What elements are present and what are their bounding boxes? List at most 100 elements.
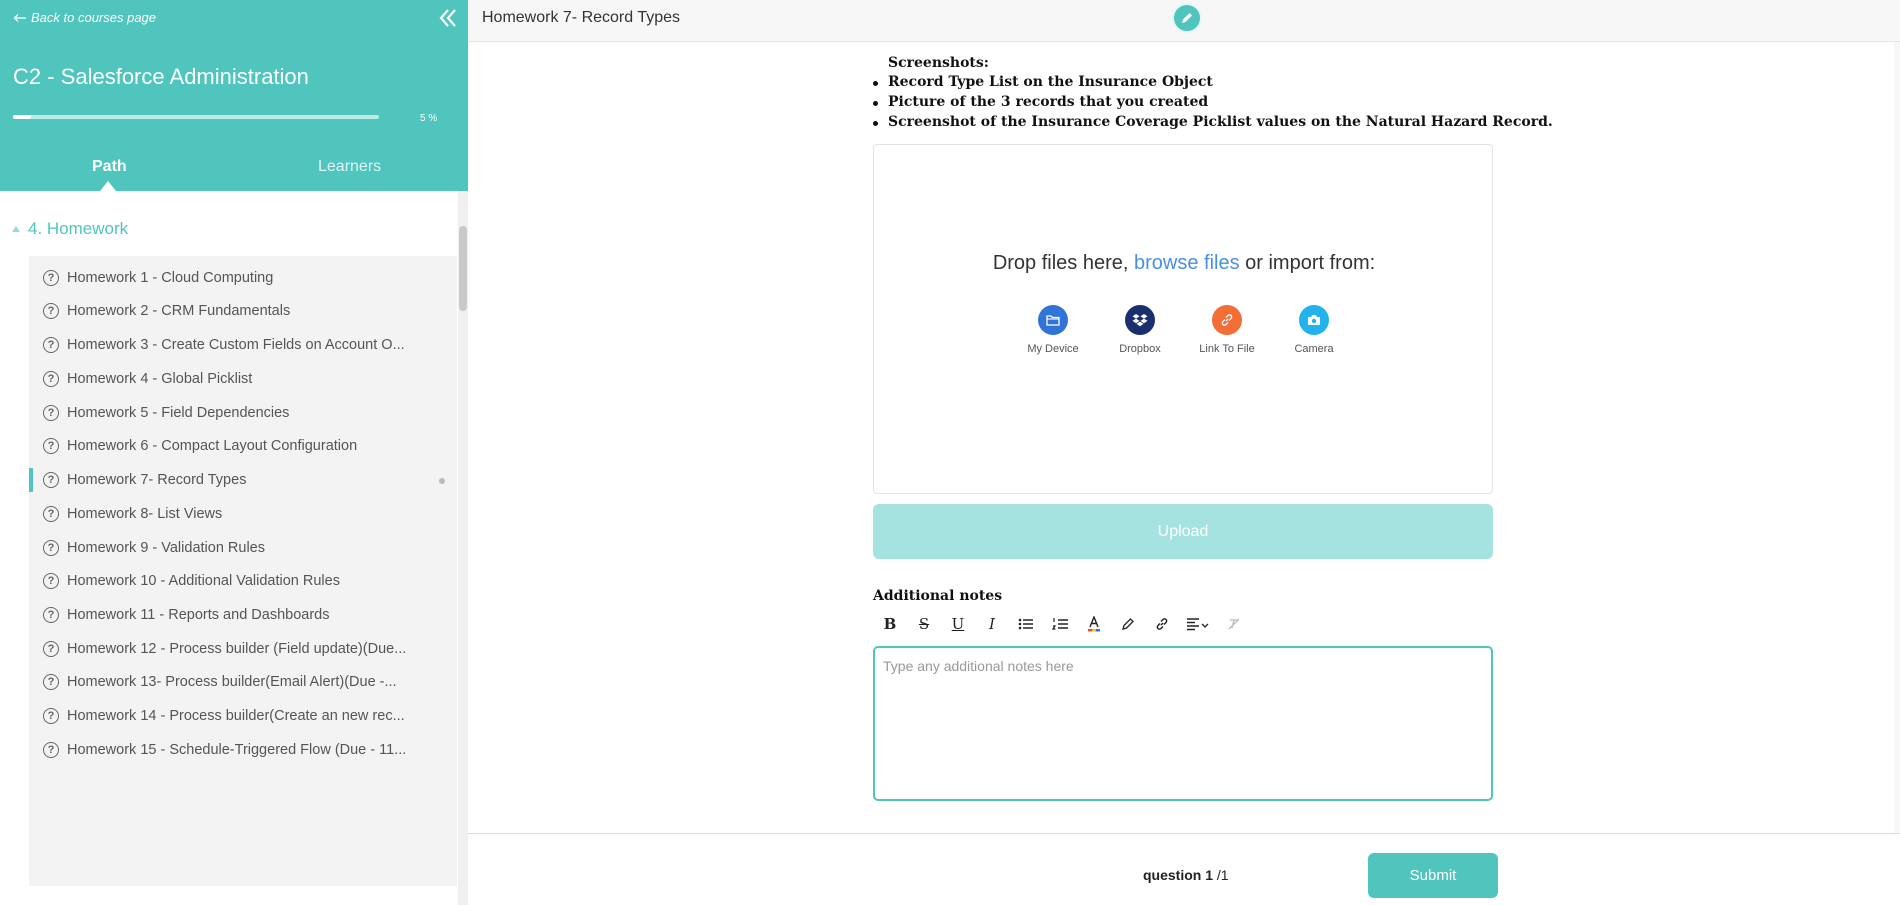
bullet-list-button[interactable]: [1009, 612, 1043, 636]
sidebar-scrollbar-thumb[interactable]: [459, 226, 467, 311]
course-progress-fill: [13, 115, 32, 119]
highlighter-icon: [1122, 618, 1134, 630]
dropzone-text-before: Drop files here,: [992, 252, 1134, 274]
sidebar: Back to courses page C2 - Salesforce Adm…: [0, 0, 468, 905]
sidebar-item-homework[interactable]: ? Homework 13- Process builder(Email Aler…: [29, 664, 457, 700]
list-item: Screenshot of the Insurance Coverage Pic…: [873, 114, 1553, 134]
clear-format-button[interactable]: [1217, 612, 1251, 636]
sidebar-item-homework[interactable]: ? Homework 10 - Additional Validation Rul…: [29, 563, 457, 599]
submit-button[interactable]: Submit: [1368, 853, 1498, 898]
sidebar-item-homework[interactable]: ? Homework 3 - Create Custom Fields on Ac…: [29, 327, 457, 363]
question-circle-icon: ?: [43, 337, 59, 353]
main-scrollbar[interactable]: [1894, 42, 1900, 833]
homework-list: ? Homework 1 - Cloud Computing? Homework 2…: [29, 256, 457, 886]
source-link-to-file[interactable]: Link To File: [1187, 305, 1267, 355]
underline-button[interactable]: U: [941, 612, 975, 636]
link-icon: [1156, 618, 1168, 630]
sidebar-item-homework[interactable]: ? Homework 9 - Validation Rules: [29, 530, 457, 566]
tab-path[interactable]: Path: [92, 158, 127, 176]
sidebar-item-homework[interactable]: ? Homework 6 - Compact Layout Configurati…: [29, 428, 457, 464]
question-circle-icon: ?: [43, 438, 59, 454]
link-icon: [1221, 314, 1233, 326]
highlight-button[interactable]: [1111, 612, 1145, 636]
sidebar-header: Back to courses page C2 - Salesforce Adm…: [0, 0, 468, 191]
question-circle-icon: ?: [43, 641, 59, 657]
footer: question 1 /1 Submit: [468, 833, 1900, 905]
insert-link-button[interactable]: [1145, 612, 1179, 636]
sidebar-item-homework[interactable]: ? Homework 4 - Global Picklist: [29, 361, 457, 397]
course-progress-text: 5 %: [420, 113, 438, 124]
tab-learners[interactable]: Learners: [318, 158, 381, 176]
bold-button[interactable]: B: [873, 612, 907, 636]
sidebar-item-homework[interactable]: ? Homework 8- List Views: [29, 496, 457, 532]
sidebar-item-label: Homework 13- Process builder(Email Alert…: [67, 674, 397, 690]
pencil-icon: [1182, 13, 1192, 23]
question-circle-icon: ?: [43, 472, 59, 488]
numbered-list-icon: [1052, 618, 1068, 630]
browse-files-link[interactable]: browse files: [1134, 252, 1240, 274]
list-item: Picture of the 3 records that you create…: [873, 94, 1553, 114]
file-dropzone[interactable]: Drop files here, browse files or import …: [873, 144, 1493, 494]
topbar: Homework 7- Record Types: [468, 0, 1900, 42]
collapse-sidebar-icon[interactable]: [436, 6, 460, 30]
source-camera[interactable]: Camera: [1274, 305, 1354, 355]
caret-up-icon: [12, 226, 20, 232]
sidebar-item-label: Homework 6 - Compact Layout Configuratio…: [67, 438, 358, 454]
sidebar-item-label: Homework 15 - Schedule-Triggered Flow (D…: [67, 742, 407, 758]
question-circle-icon: ?: [43, 540, 59, 556]
question-current: 1: [1205, 867, 1214, 883]
active-tab-caret: [100, 181, 116, 191]
question-total: /1: [1216, 867, 1229, 883]
sidebar-item-homework[interactable]: ? Homework 15 - Schedule-Triggered Flow (…: [29, 732, 457, 768]
current-item-dot: [439, 478, 445, 484]
italic-button[interactable]: I: [975, 612, 1009, 636]
text-color-icon: [1088, 616, 1100, 632]
sidebar-item-homework[interactable]: ? Homework 1 - Cloud Computing: [29, 260, 457, 296]
sidebar-item-label: Homework 14 - Process builder(Create an …: [67, 708, 405, 724]
question-circle-icon: ?: [43, 742, 59, 758]
course-progress-bar: [13, 115, 379, 119]
sidebar-item-label: Homework 5 - Field Dependencies: [67, 405, 290, 421]
section-title: 4. Homework: [28, 219, 129, 238]
question-circle-icon: ?: [43, 270, 59, 286]
sidebar-item-homework[interactable]: ? Homework 2 - CRM Fundamentals: [29, 293, 457, 329]
source-my-device[interactable]: My Device: [1013, 305, 1093, 355]
sidebar-item-label: Homework 8- List Views: [67, 506, 223, 522]
list-item: Record Type List on the Insurance Object: [873, 74, 1553, 94]
align-left-icon: [1187, 618, 1209, 631]
page-title: Homework 7- Record Types: [482, 9, 680, 26]
section-header-homework[interactable]: 4. Homework: [12, 219, 128, 239]
course-title: C2 - Salesforce Administration: [13, 64, 309, 89]
upload-button[interactable]: Upload: [873, 504, 1493, 559]
sidebar-item-label: Homework 4 - Global Picklist: [67, 371, 253, 387]
sidebar-item-label: Homework 7- Record Types: [67, 472, 247, 488]
path-section: 4. Homework ? Homework 1 - Cloud Computin…: [0, 191, 468, 905]
folder-icon: [1046, 315, 1060, 326]
sidebar-item-label: Homework 3 - Create Custom Fields on Acc…: [67, 337, 405, 353]
sidebar-item-homework[interactable]: ? Homework 11 - Reports and Dashboards: [29, 597, 457, 633]
question-circle-icon: ?: [43, 708, 59, 724]
align-dropdown-button[interactable]: [1179, 612, 1217, 636]
strikethrough-button[interactable]: S: [907, 612, 941, 636]
question-circle-icon: ?: [43, 371, 59, 387]
sidebar-item-homework[interactable]: ? Homework 14 - Process builder(Create an…: [29, 698, 457, 734]
screenshots-label: Screenshots:: [888, 55, 989, 71]
additional-notes-input[interactable]: [873, 646, 1493, 801]
back-to-courses-link[interactable]: Back to courses page: [13, 10, 156, 25]
sidebar-item-homework[interactable]: ? Homework 12 - Process builder (Field up…: [29, 631, 457, 667]
question-circle-icon: ?: [43, 573, 59, 589]
source-label: Camera: [1294, 343, 1334, 355]
sidebar-item-homework[interactable]: ? Homework 7- Record Types: [29, 462, 457, 498]
text-color-button[interactable]: [1077, 612, 1111, 636]
source-label: Link To File: [1199, 343, 1255, 355]
source-dropbox[interactable]: Dropbox: [1100, 305, 1180, 355]
source-label: Dropbox: [1119, 343, 1161, 355]
question-word: question: [1143, 867, 1202, 883]
clear-format-icon: [1228, 618, 1240, 630]
dropbox-icon: [1132, 314, 1148, 327]
dropzone-text-after: or import from:: [1239, 252, 1376, 274]
edit-button[interactable]: [1172, 3, 1202, 33]
question-circle-icon: ?: [43, 674, 59, 690]
sidebar-item-homework[interactable]: ? Homework 5 - Field Dependencies: [29, 395, 457, 431]
numbered-list-button[interactable]: [1043, 612, 1077, 636]
